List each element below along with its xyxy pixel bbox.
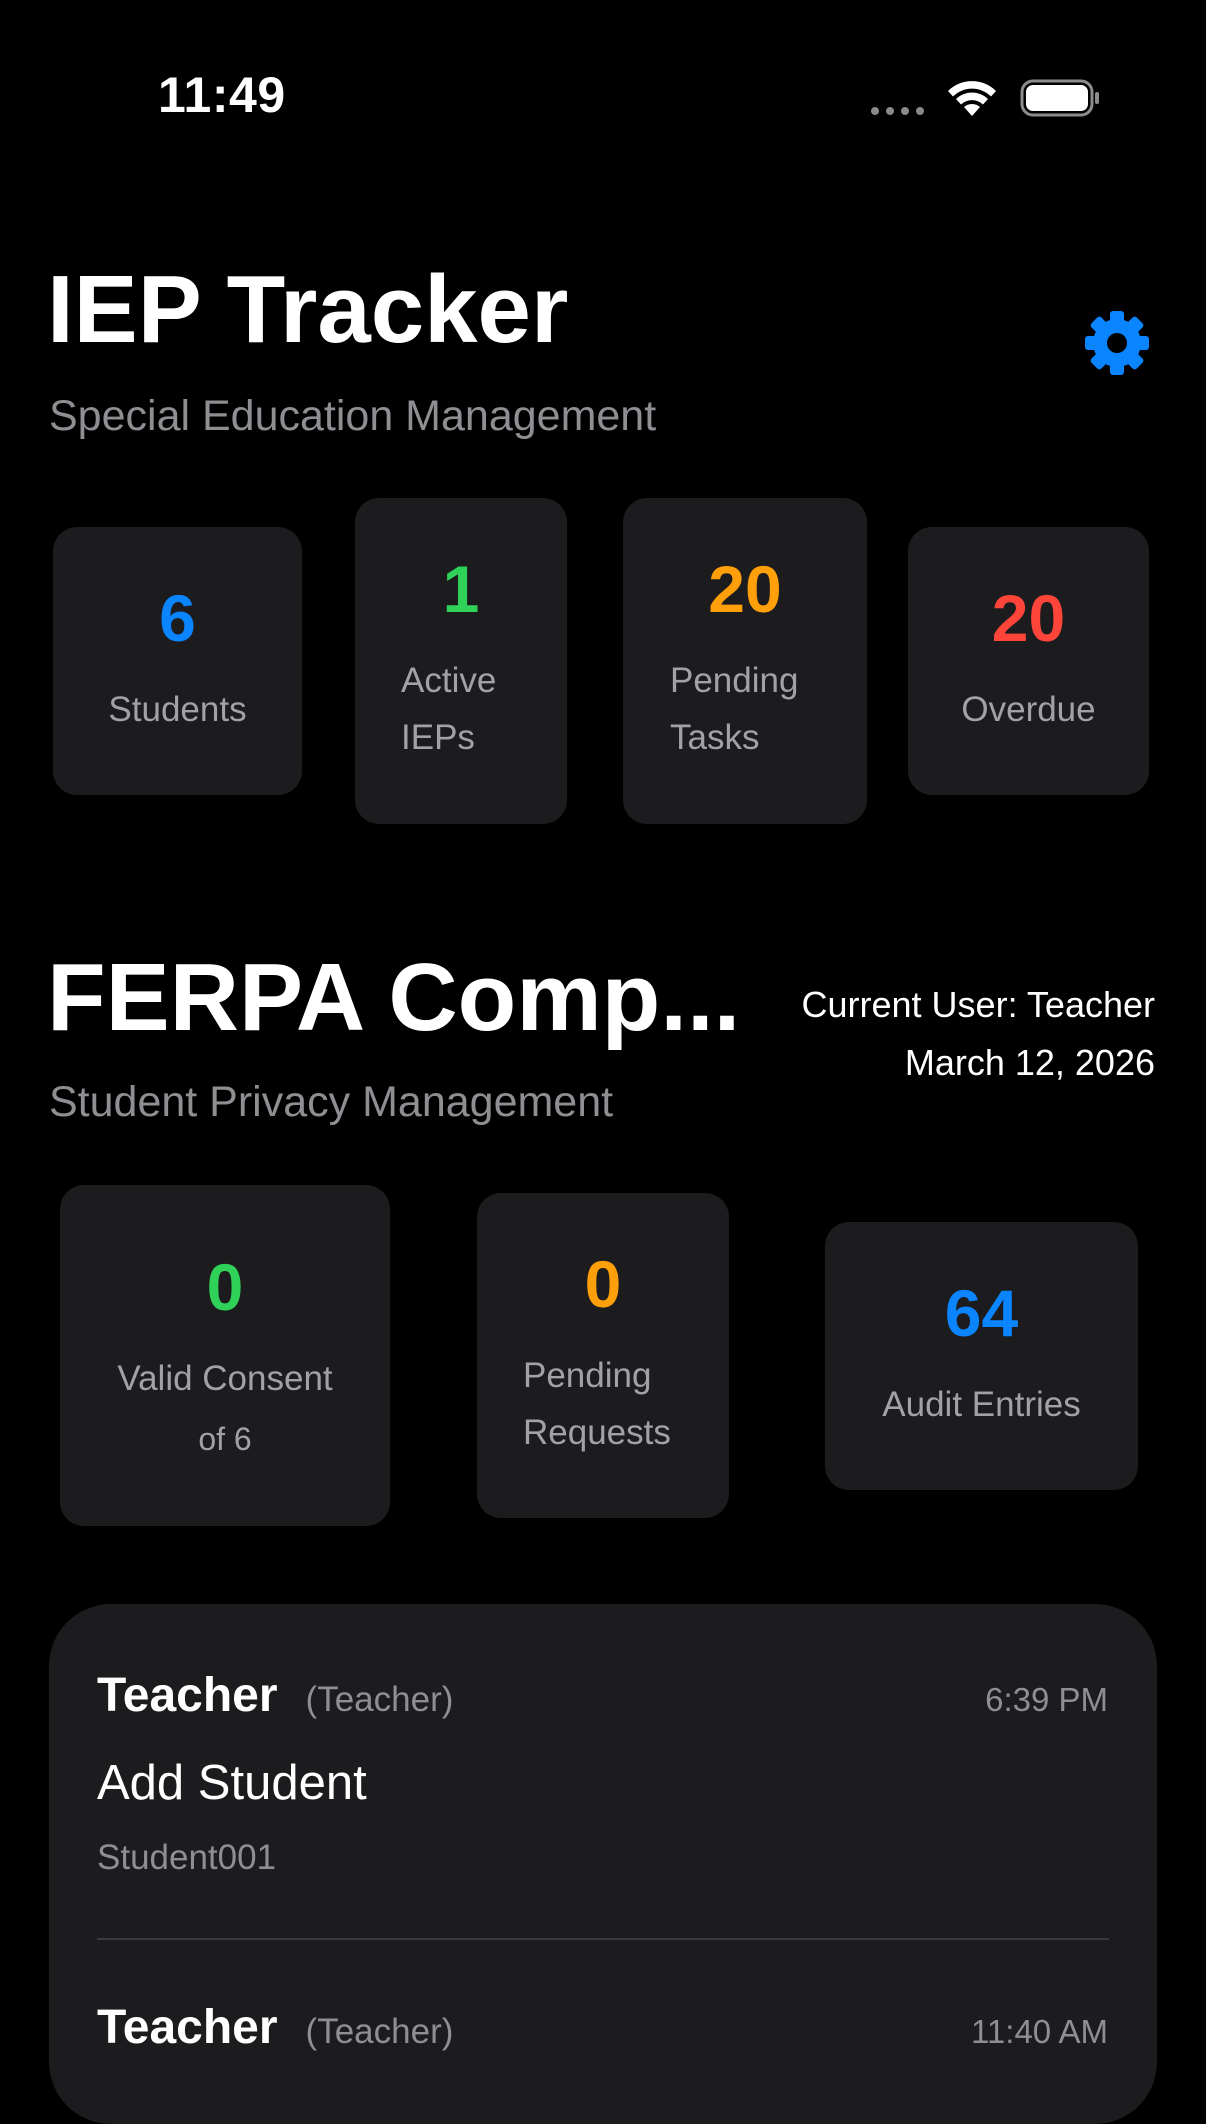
pending-requests-count: 0 (584, 1246, 622, 1321)
log-entry-target: Student001 (97, 1838, 277, 1877)
iep-subtitle: Special Education Management (49, 392, 657, 440)
log-entry-time: 6:39 PM (985, 1681, 1108, 1718)
stat-card-active-ieps[interactable]: 1 Active IEPs (355, 498, 567, 824)
battery-icon (1020, 79, 1099, 117)
ferpa-title: FERPA Comp... (47, 944, 741, 1051)
ferpa-subtitle: Student Privacy Management (49, 1078, 614, 1126)
students-count: 6 (159, 580, 196, 655)
stat-card-pending-tasks[interactable]: 20 Pending Tasks (623, 498, 867, 824)
log-entry-role: (Teacher) (305, 1680, 454, 1719)
audit-entries-count: 64 (944, 1275, 1019, 1350)
iep-title: IEP Tracker (47, 256, 569, 363)
log-entry-time: 11:40 AM (971, 2013, 1108, 2050)
active-ieps-count: 1 (442, 552, 480, 626)
log-divider (97, 1938, 1109, 1940)
stat-card-audit-entries[interactable]: 64 Audit Entries (825, 1222, 1138, 1490)
stat-card-valid-consent[interactable]: 0 Valid Consent of 6 (60, 1185, 390, 1526)
gear-icon[interactable] (1081, 307, 1153, 379)
current-date: March 12, 2026 (904, 1042, 1155, 1083)
log-entry-role: (Teacher) (305, 2012, 454, 2051)
log-entry-action: Add Student (97, 1756, 367, 1810)
students-label: Students (108, 689, 247, 729)
log-entry-actor: Teacher (97, 1669, 278, 1722)
pending-tasks-label: Pending Tasks (670, 661, 799, 757)
status-icons (871, 78, 1102, 118)
valid-consent-sub: of 6 (198, 1420, 252, 1457)
valid-consent-label: Valid Consent (117, 1358, 333, 1398)
stat-card-students[interactable]: 6 Students (53, 527, 302, 795)
current-user: Current User: Teacher (801, 984, 1155, 1025)
overdue-label: Overdue (961, 689, 1096, 729)
overdue-count: 20 (991, 580, 1066, 655)
valid-consent-count: 0 (206, 1249, 244, 1324)
log-entry-header: Teacher (Teacher) (97, 1668, 453, 1723)
log-entry-actor: Teacher (97, 2001, 278, 2054)
log-entry-header: Teacher (Teacher) (97, 2000, 453, 2055)
stat-card-pending-requests[interactable]: 0 Pending Requests (477, 1193, 729, 1518)
pending-requests-label: Pending Requests (523, 1355, 671, 1452)
stat-card-overdue[interactable]: 20 Overdue (908, 527, 1149, 795)
pending-tasks-count: 20 (708, 552, 782, 626)
wifi-icon (948, 81, 996, 116)
status-time: 11:49 (158, 67, 286, 123)
current-user-info: Current User: Teacher March 12, 2026 (802, 976, 1155, 1092)
audit-entries-label: Audit Entries (882, 1384, 1081, 1424)
active-ieps-label: Active IEPs (401, 661, 497, 757)
cellular-signal-icon (871, 107, 924, 115)
